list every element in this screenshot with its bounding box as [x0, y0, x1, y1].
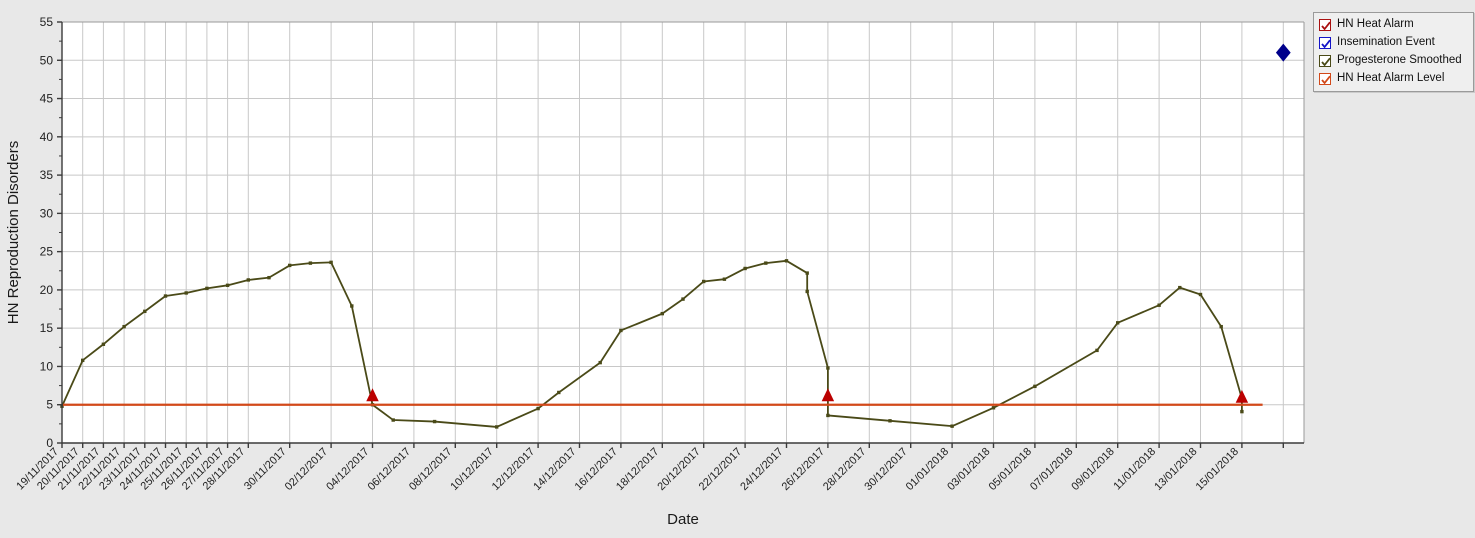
svg-text:5: 5: [46, 398, 53, 412]
legend-item-3[interactable]: HN Heat Alarm Level: [1316, 70, 1471, 88]
legend-item-label: HN Heat Alarm Level: [1337, 72, 1445, 85]
legend-item-label: Insemination Event: [1337, 36, 1435, 49]
svg-text:22/12/2017: 22/12/2017: [697, 446, 744, 493]
svg-text:26/12/2017: 26/12/2017: [780, 446, 827, 493]
svg-text:30/12/2017: 30/12/2017: [862, 446, 909, 493]
reproduction-chart: 051015202530354045505519/11/201720/11/20…: [5, 15, 1305, 528]
svg-text:18/12/2017: 18/12/2017: [614, 446, 661, 493]
svg-text:50: 50: [40, 53, 54, 67]
svg-text:13/01/2018: 13/01/2018: [1152, 446, 1199, 493]
legend-item-0[interactable]: HN Heat Alarm: [1316, 16, 1471, 34]
svg-text:05/01/2018: 05/01/2018: [987, 446, 1034, 493]
svg-text:20/12/2017: 20/12/2017: [655, 446, 702, 493]
legend-item-2[interactable]: Progesterone Smoothed: [1316, 52, 1471, 70]
svg-text:24/12/2017: 24/12/2017: [738, 446, 785, 493]
legend-checkbox-icon[interactable]: [1319, 19, 1331, 31]
svg-text:12/12/2017: 12/12/2017: [490, 446, 537, 493]
svg-text:10: 10: [40, 359, 54, 373]
legend-checkbox-icon[interactable]: [1319, 37, 1331, 49]
svg-text:04/12/2017: 04/12/2017: [324, 446, 371, 493]
chart-legend[interactable]: HN Heat Alarm Insemination Event Progester…: [1313, 12, 1474, 92]
legend-item-1[interactable]: Insemination Event: [1316, 34, 1471, 52]
svg-text:03/01/2018: 03/01/2018: [945, 446, 992, 493]
svg-text:30: 30: [40, 206, 54, 220]
svg-text:40: 40: [40, 130, 54, 144]
svg-text:15/01/2018: 15/01/2018: [1194, 446, 1241, 493]
svg-text:14/12/2017: 14/12/2017: [531, 446, 578, 493]
svg-text:07/01/2018: 07/01/2018: [1028, 446, 1075, 493]
x-axis-title: Date: [667, 511, 699, 528]
svg-text:15: 15: [40, 321, 54, 335]
legend-item-label: Progesterone Smoothed: [1337, 54, 1462, 67]
svg-text:20: 20: [40, 283, 54, 297]
svg-text:08/12/2017: 08/12/2017: [407, 446, 454, 493]
svg-text:16/12/2017: 16/12/2017: [573, 446, 620, 493]
svg-text:09/01/2018: 09/01/2018: [1069, 446, 1116, 493]
legend-checkbox-icon[interactable]: [1319, 73, 1331, 85]
svg-text:30/11/2017: 30/11/2017: [242, 446, 289, 493]
svg-text:25: 25: [40, 245, 54, 259]
svg-text:10/12/2017: 10/12/2017: [448, 446, 495, 493]
svg-text:28/12/2017: 28/12/2017: [821, 446, 868, 493]
svg-text:55: 55: [40, 15, 54, 29]
y-axis-title: HN Reproduction Disorders: [5, 141, 22, 324]
svg-text:01/01/2018: 01/01/2018: [904, 446, 951, 493]
svg-text:45: 45: [40, 92, 54, 106]
svg-text:11/01/2018: 11/01/2018: [1111, 446, 1158, 493]
legend-item-label: HN Heat Alarm: [1337, 18, 1414, 31]
svg-text:35: 35: [40, 168, 54, 182]
svg-text:02/12/2017: 02/12/2017: [283, 446, 330, 493]
legend-checkbox-icon[interactable]: [1319, 55, 1331, 67]
svg-text:06/12/2017: 06/12/2017: [366, 446, 413, 493]
